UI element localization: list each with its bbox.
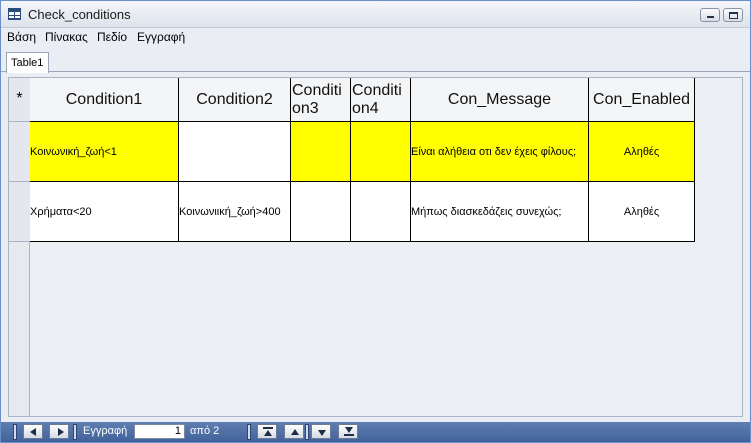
- cell-r1-condition4[interactable]: [351, 122, 411, 182]
- column-header-condition4[interactable]: Conditi on4: [351, 78, 411, 122]
- record-label: Εγγραφή: [83, 425, 128, 437]
- current-record-input[interactable]: 1: [134, 424, 185, 439]
- previous-record-button[interactable]: [23, 424, 43, 439]
- previous-record-icon: [30, 428, 36, 436]
- column-header-condition1[interactable]: Condition1: [30, 78, 179, 122]
- row-selector-2[interactable]: [9, 182, 30, 242]
- column-header-con-message[interactable]: Con_Message: [411, 78, 589, 122]
- maximize-icon: [729, 12, 738, 19]
- cell-r2-condition3[interactable]: [291, 182, 351, 242]
- nav-separator: [305, 424, 309, 440]
- maximize-button[interactable]: [723, 8, 743, 22]
- cell-r1-condition1[interactable]: Κοινωνική_ζωή<1: [30, 122, 179, 182]
- scroll-down-icon: [318, 430, 326, 436]
- new-record-marker[interactable]: *: [9, 78, 30, 122]
- minimize-icon: [707, 16, 714, 18]
- row-selector-column: *: [9, 78, 30, 416]
- menu-item-eggrafi[interactable]: Εγγραφή: [137, 30, 185, 44]
- cell-r2-condition2[interactable]: Κοινωνιική_ζωή>400: [179, 182, 291, 242]
- table-icon: [8, 8, 21, 20]
- record-navigation-bar: Εγγραφή 1 από 2: [1, 422, 750, 442]
- nav-separator: [13, 424, 17, 440]
- next-record-icon: [58, 428, 64, 436]
- window-title: Check_conditions: [28, 7, 131, 22]
- scroll-down-button[interactable]: [311, 424, 331, 439]
- menu-bar: Βάση Πίνακας Πεδίο Εγγραφή: [1, 28, 750, 46]
- menu-item-vasi[interactable]: Βάση: [7, 30, 36, 44]
- next-record-button[interactable]: [49, 424, 69, 439]
- column-header-condition2[interactable]: Condition2: [179, 78, 291, 122]
- cell-r1-con-enabled[interactable]: Αληθές: [589, 122, 695, 182]
- cell-r2-condition1[interactable]: Χρήματα<20: [30, 182, 179, 242]
- last-record-icon: [345, 427, 353, 433]
- menu-item-pinakas[interactable]: Πίνακας: [45, 30, 88, 44]
- column-header-condition4-line2: on4: [352, 99, 379, 117]
- scroll-up-button[interactable]: [284, 424, 304, 439]
- column-header-condition3-line2: on3: [292, 99, 319, 117]
- tab-table1[interactable]: Table1: [6, 52, 49, 73]
- column-header-condition3[interactable]: Conditi on3: [291, 78, 351, 122]
- menu-item-pedio[interactable]: Πεδίο: [97, 30, 127, 44]
- cell-r2-con-message[interactable]: Μήπως διασκεδάζεις συνεχώς;: [411, 182, 589, 242]
- record-count-label: από 2: [190, 425, 220, 437]
- first-record-icon: [263, 427, 273, 429]
- last-record-icon-bar: [344, 434, 354, 436]
- column-header-condition4-line1: Conditi: [352, 81, 402, 99]
- cell-r1-con-message[interactable]: Είναι αλήθεια οτι δεν έχεις φίλους;: [411, 122, 589, 182]
- cell-r2-condition4[interactable]: [351, 182, 411, 242]
- nav-separator: [73, 424, 77, 440]
- cell-r1-condition3[interactable]: [291, 122, 351, 182]
- column-header-condition3-line1: Conditi: [292, 81, 342, 99]
- first-record-button[interactable]: [257, 424, 277, 439]
- title-bar: Check_conditions: [1, 1, 750, 28]
- tab-strip: Table1: [1, 46, 750, 73]
- datasheet-grid: * Condition1 Condition2 Conditi on3 Cond…: [8, 77, 743, 417]
- minimize-button[interactable]: [700, 8, 720, 22]
- nav-separator: [247, 424, 251, 440]
- cell-r2-con-enabled[interactable]: Αληθές: [589, 182, 695, 242]
- app-window: Check_conditions Βάση Πίνακας Πεδίο Εγγρ…: [0, 0, 751, 443]
- scroll-up-icon: [291, 429, 299, 435]
- last-record-button[interactable]: [338, 424, 358, 439]
- first-record-icon-arrow: [264, 430, 272, 436]
- row-selector-1[interactable]: [9, 122, 30, 182]
- cell-r1-condition2[interactable]: [179, 122, 291, 182]
- column-header-con-enabled[interactable]: Con_Enabled: [589, 78, 695, 122]
